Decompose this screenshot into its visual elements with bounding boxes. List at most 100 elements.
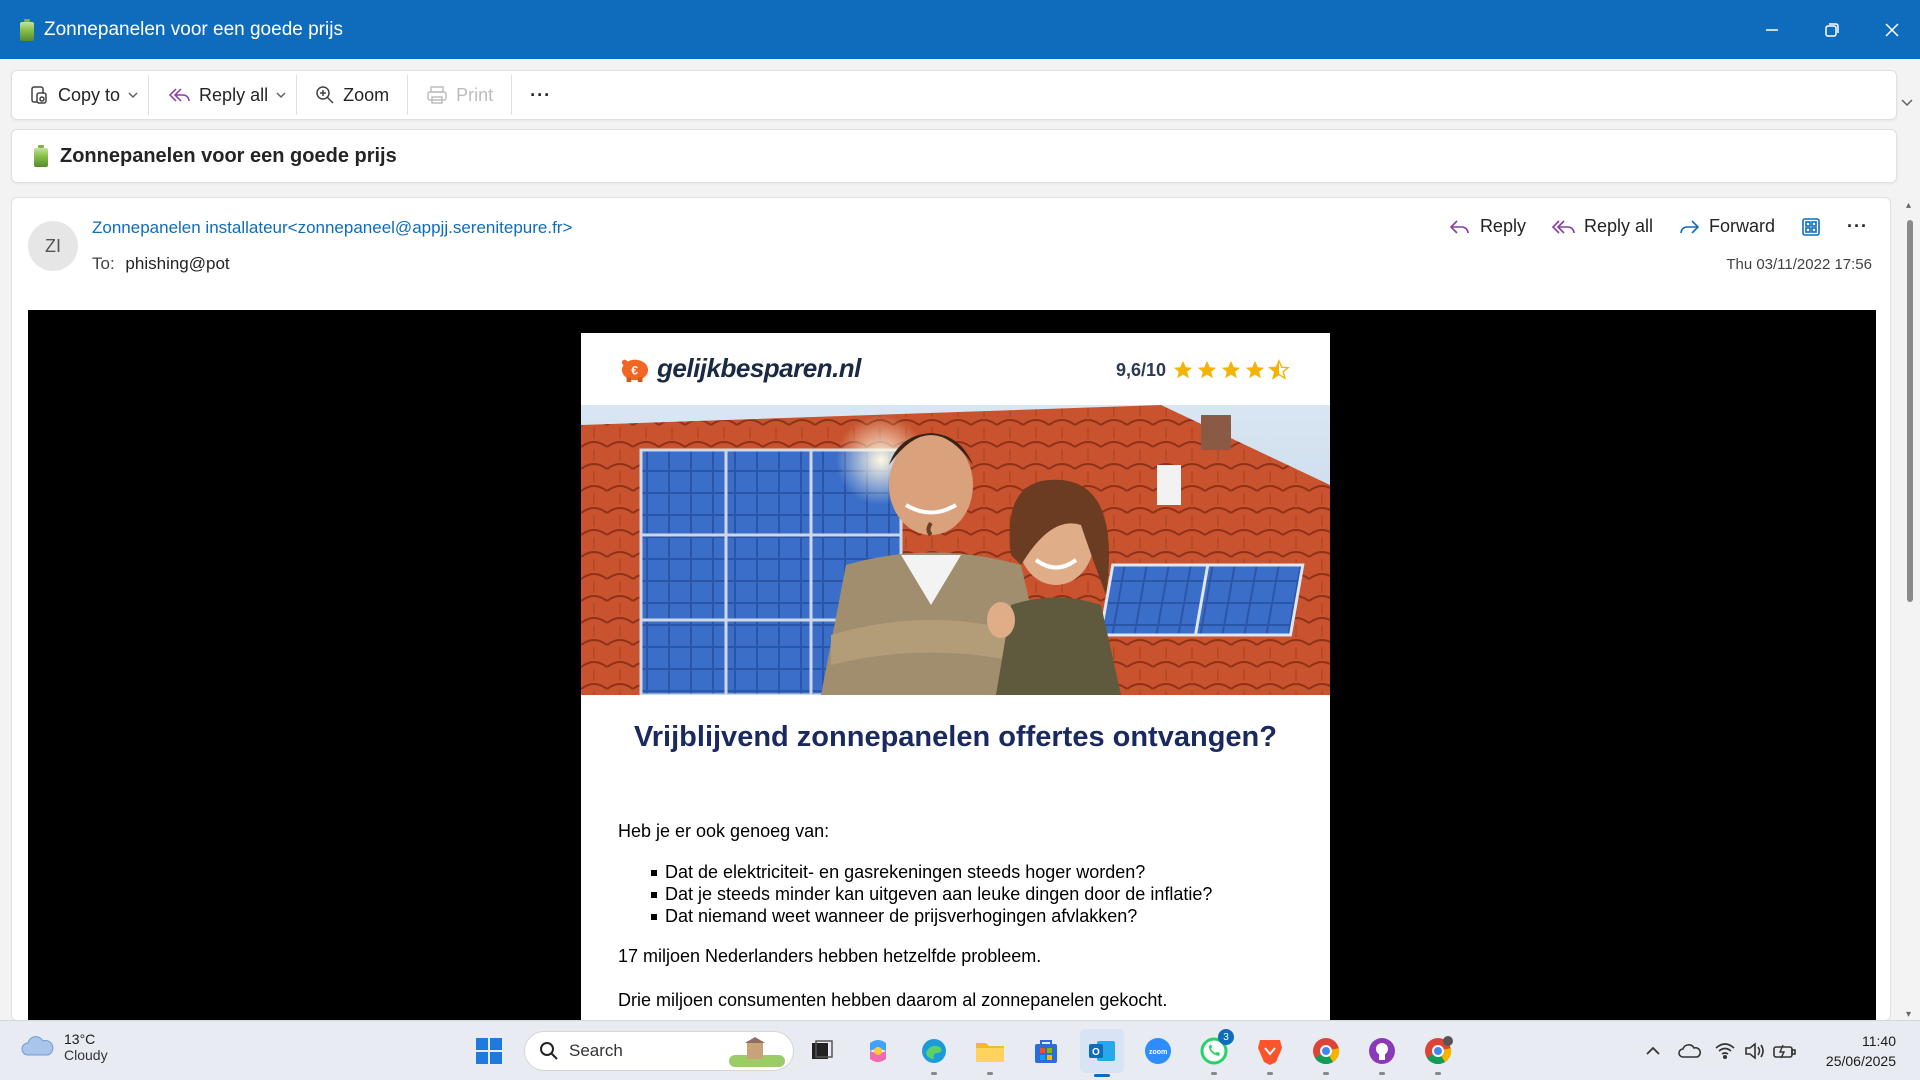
scroll-down-icon[interactable]: ▾ (1906, 1009, 1911, 1020)
minimize-button[interactable] (1742, 0, 1802, 59)
chrome-icon (1313, 1038, 1340, 1065)
file-explorer-button[interactable] (968, 1029, 1012, 1075)
rating: 9,6/10 (1116, 359, 1290, 381)
reply-all-toolbar-button[interactable]: Reply all (149, 76, 296, 114)
newsletter-card: € gelijkbesparen.nl 9,6/10 Vrijblijvend … (581, 333, 1330, 1020)
zoom-button[interactable]: Zoom (297, 76, 407, 114)
recipient-address[interactable]: phishing@pot (125, 254, 229, 273)
store-button[interactable] (1024, 1029, 1068, 1073)
notification-badge: 3 (1218, 1029, 1234, 1045)
reply-button[interactable]: Reply (1438, 212, 1536, 241)
github-desktop-button[interactable] (1360, 1029, 1404, 1075)
forward-label: Forward (1709, 216, 1776, 236)
reply-all-button[interactable]: Reply all (1540, 212, 1663, 241)
battery-icon (20, 18, 34, 41)
onedrive-cloud-icon (1678, 1044, 1701, 1058)
start-button[interactable] (467, 1029, 511, 1073)
vertical-scrollbar[interactable]: ▴ ▾ (1904, 200, 1916, 1020)
reply-all-label: Reply all (199, 84, 269, 105)
close-button[interactable] (1862, 0, 1920, 59)
reply-all-icon (1551, 219, 1575, 234)
svg-text:zoom: zoom (1149, 1049, 1167, 1056)
paragraph-2: Drie miljoen consumenten hebben daarom a… (618, 990, 1168, 1010)
weather-widget[interactable]: 13°C Cloudy (20, 1031, 108, 1063)
brave-icon (1258, 1040, 1282, 1065)
rating-stars (1172, 359, 1290, 381)
volume-button[interactable] (1740, 1029, 1770, 1073)
apps-button[interactable] (1789, 213, 1833, 241)
onedrive-button[interactable] (1670, 1029, 1710, 1073)
task-view-button[interactable] (800, 1029, 844, 1073)
outlook-button[interactable]: O (1080, 1029, 1124, 1077)
taskbar-search[interactable]: Search (524, 1031, 794, 1071)
chrome-button[interactable] (1304, 1029, 1348, 1075)
restore-button[interactable] (1802, 0, 1862, 59)
chevron-down-icon (128, 92, 138, 99)
zoom-app-button[interactable]: zoom (1136, 1029, 1180, 1073)
copy-icon (31, 86, 47, 104)
restore-icon (1825, 22, 1839, 37)
more-icon: ··· (1847, 216, 1868, 236)
list-item: Dat niemand weet wanneer de prijsverhogi… (651, 906, 1212, 928)
pain-points-list: Dat de elektriciteit- en gasrekeningen s… (651, 862, 1212, 928)
chevron-down-icon (276, 92, 286, 99)
collapse-ribbon-icon[interactable] (1900, 96, 1914, 110)
show-hidden-icons-button[interactable] (1636, 1029, 1670, 1073)
weather-temperature: 13°C (64, 1031, 96, 1047)
printer-icon (427, 86, 447, 104)
brand-name-main: gelijkbesparen (657, 353, 833, 383)
forward-button[interactable]: Forward (1667, 212, 1785, 241)
chrome-profile-button[interactable] (1416, 1029, 1460, 1075)
edge-icon (922, 1039, 946, 1063)
windows-start-icon (476, 1038, 502, 1064)
star-icon (1197, 360, 1217, 379)
speaker-icon (1745, 1042, 1764, 1060)
more-icon: ··· (530, 84, 552, 105)
network-button[interactable] (1710, 1029, 1740, 1073)
paragraph-1: 17 miljoen Nederlanders hebben hetzelfde… (618, 946, 1042, 966)
reply-all-label: Reply all (1583, 216, 1653, 236)
wifi-icon (1715, 1043, 1735, 1060)
battery-button[interactable] (1770, 1029, 1800, 1073)
scrollbar-thumb[interactable] (1907, 220, 1913, 602)
message-actions: Reply Reply all Forward ··· (1438, 212, 1878, 241)
intro-text: Heb je er ook genoeg van: (618, 821, 830, 841)
edge-button[interactable] (912, 1029, 956, 1075)
weather-condition: Cloudy (64, 1047, 108, 1063)
reply-icon (1449, 219, 1469, 234)
system-tray (1636, 1029, 1800, 1073)
window-title: Zonnepanelen voor een goede prijs (44, 18, 343, 40)
brave-button[interactable] (1248, 1029, 1292, 1075)
email-subject: Zonnepanelen voor een goede prijs (60, 144, 397, 167)
copy-to-button[interactable]: Copy to (18, 76, 148, 114)
recipient-line: To: phishing@pot (92, 254, 230, 274)
forward-icon (1680, 219, 1700, 234)
reply-all-icon (168, 88, 190, 102)
whatsapp-button[interactable]: 3 (1192, 1029, 1236, 1075)
clock[interactable]: 11:40 25/06/2025 (1826, 1031, 1896, 1071)
battery-charging-icon (1773, 1044, 1796, 1059)
copilot-icon (870, 1040, 886, 1062)
sender-avatar[interactable]: ZI (28, 221, 78, 271)
copilot-button[interactable] (856, 1029, 900, 1073)
print-label: Print (456, 84, 494, 105)
email-headline: Vrijblijvend zonnepanelen offertes ontva… (634, 721, 1277, 753)
list-item: Dat je steeds minder kan uitgeven aan le… (651, 884, 1212, 906)
brand-header: € gelijkbesparen.nl 9,6/10 (581, 333, 1330, 405)
copy-to-label: Copy to (58, 84, 121, 105)
sender-address[interactable]: Zonnepanelen installateur<zonnepaneel@ap… (92, 218, 572, 238)
zoom-icon (316, 86, 334, 104)
reply-label: Reply (1479, 216, 1526, 236)
email-body: € gelijkbesparen.nl 9,6/10 Vrijblijvend … (28, 310, 1876, 1020)
print-button[interactable]: Print (408, 76, 511, 114)
star-icon (1173, 360, 1193, 379)
more-options-button[interactable]: ··· (512, 76, 561, 114)
folder-icon (976, 1043, 1004, 1062)
task-view-icon (812, 1040, 833, 1059)
brand-logo[interactable]: € gelijkbesparen.nl (619, 353, 861, 384)
piggy-bank-icon: € (621, 359, 649, 382)
rating-score: 9,6/10 (1115, 359, 1166, 380)
scroll-up-icon[interactable]: ▴ (1906, 200, 1911, 211)
message-more-button[interactable]: ··· (1837, 212, 1878, 241)
github-icon (1369, 1038, 1395, 1064)
